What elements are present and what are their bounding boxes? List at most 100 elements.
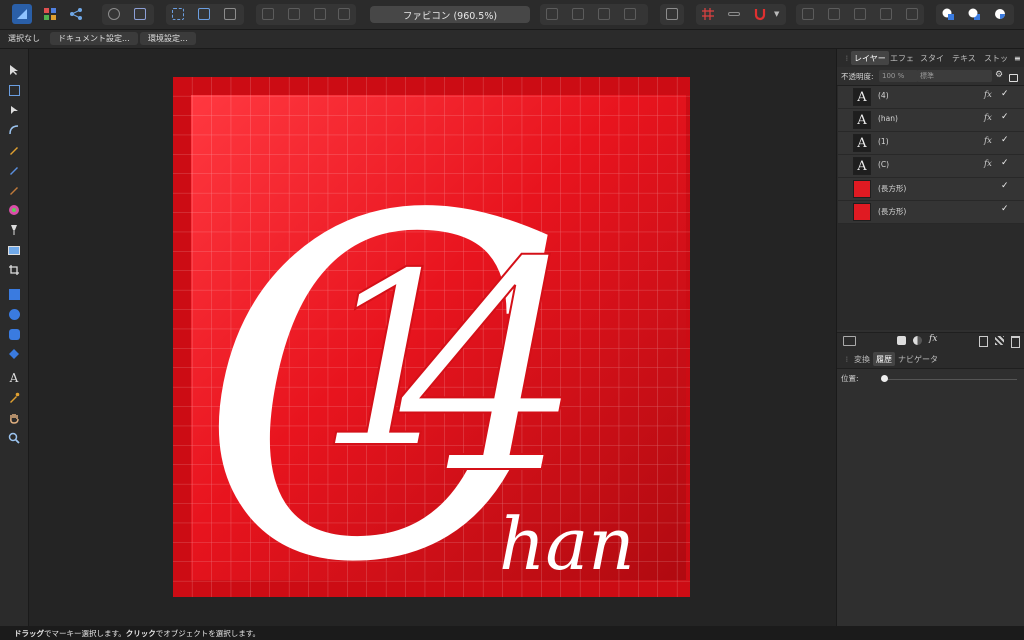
boolean-intersect-icon[interactable] [850, 4, 870, 24]
layer-row[interactable]: A (han) fx ✓ [838, 109, 1024, 132]
triangle-tool-icon[interactable] [5, 345, 23, 363]
insert-target-icon[interactable] [194, 4, 214, 24]
word-han: han [499, 502, 635, 586]
color-picker-tool-icon[interactable] [5, 389, 23, 407]
snap-arrows-icon[interactable] [724, 4, 744, 24]
layers-stack-icon[interactable] [843, 336, 856, 346]
canvas[interactable]: C 1 4 han [29, 49, 835, 626]
visibility-checkbox[interactable]: ✓ [1001, 204, 1009, 214]
layer-row[interactable]: A (4) fx ✓ [838, 86, 1024, 109]
insert-inside-icon[interactable] [938, 4, 958, 24]
arrange-back-icon[interactable] [258, 4, 278, 24]
document-setup-button[interactable]: ドキュメント設定... [50, 32, 138, 45]
vector-brush-tool-icon[interactable] [5, 181, 23, 199]
app-logo-icon[interactable] [12, 4, 32, 24]
hand-tool-icon[interactable] [5, 409, 23, 427]
insert-top-icon[interactable] [990, 4, 1010, 24]
tab-layers[interactable]: レイヤー [851, 51, 889, 65]
transparency-tool-icon[interactable] [5, 221, 23, 239]
corner-tool-icon[interactable] [5, 121, 23, 139]
text-layer-thumbnail: A [853, 157, 871, 175]
position-label: 位置: [841, 374, 859, 383]
layer-name: (長方形) [878, 207, 907, 216]
panel-menu-icon[interactable]: ≡ [1011, 51, 1024, 65]
rectangle-layer-thumbnail [853, 180, 871, 198]
arrange-backward-icon[interactable] [284, 4, 304, 24]
visibility-checkbox[interactable]: ✓ [1001, 158, 1009, 168]
artboard-tool-icon[interactable] [5, 81, 23, 99]
visibility-checkbox[interactable]: ✓ [1001, 181, 1009, 191]
status-drag-text: でマーキー選択します。 [44, 629, 126, 638]
place-image-tool-icon[interactable] [5, 241, 23, 259]
panel-tab-bar: ⋮ レイヤー エフェ スタイ テキス ストッ ≡ [837, 49, 1024, 68]
fx-icon[interactable]: fx [984, 159, 992, 169]
share-icon[interactable] [66, 4, 86, 24]
assistant-icon[interactable] [130, 4, 150, 24]
fx-effects-icon[interactable]: fx [929, 334, 937, 344]
fx-icon[interactable]: fx [984, 90, 992, 100]
rounded-rectangle-tool-icon[interactable] [5, 325, 23, 343]
boolean-subtract-icon[interactable] [824, 4, 844, 24]
arrange-front-icon[interactable] [334, 4, 354, 24]
delete-trash-icon[interactable] [1011, 336, 1020, 348]
settings-gear-icon[interactable]: ⚙ [995, 70, 1003, 80]
history-slider-knob[interactable] [881, 375, 888, 382]
insert-behind-icon[interactable] [964, 4, 984, 24]
group-icon[interactable] [995, 336, 1004, 345]
transform-icon[interactable] [220, 4, 240, 24]
opacity-field[interactable]: 100 % [879, 70, 918, 82]
lock-icon[interactable] [1009, 74, 1018, 82]
visibility-checkbox[interactable]: ✓ [1001, 135, 1009, 145]
layer-row[interactable]: (長方形) ✓ [838, 201, 1024, 224]
adjustment-icon[interactable] [913, 336, 922, 345]
add-layer-icon[interactable] [979, 336, 988, 347]
status-hint: ドラッグでマーキー選択します。クリックでオブジェクトを選択します。 [14, 628, 260, 639]
boolean-add-icon[interactable] [798, 4, 818, 24]
history-slider-track[interactable] [881, 379, 1017, 380]
node-tool-icon[interactable] [5, 101, 23, 119]
tab-navigator[interactable]: ナビゲータ [895, 352, 941, 366]
visibility-checkbox[interactable]: ✓ [1001, 89, 1009, 99]
tab-stock[interactable]: ストッ [981, 51, 1011, 65]
grid-icon[interactable] [698, 4, 718, 24]
visibility-checkbox[interactable]: ✓ [1001, 112, 1009, 122]
tab-transform[interactable]: 変換 [851, 352, 873, 366]
blend-mode-select[interactable]: 標準 [917, 70, 992, 82]
zoom-tool-icon[interactable] [5, 429, 23, 447]
snap-grid-icon[interactable] [168, 4, 188, 24]
status-bar: ドラッグでマーキー選択します。クリックでオブジェクトを選択します。 [0, 626, 1024, 640]
crop-tool-icon[interactable] [5, 261, 23, 279]
hide-personas-icon[interactable] [104, 4, 124, 24]
mask-icon[interactable] [897, 336, 906, 345]
boolean-xor-icon[interactable] [876, 4, 896, 24]
arrange-forward-icon[interactable] [310, 4, 330, 24]
flip-vertical-icon[interactable] [620, 4, 640, 24]
align-left-icon[interactable] [542, 4, 562, 24]
snapping-dropdown-icon[interactable]: ▼ [774, 10, 779, 18]
fx-icon[interactable]: fx [984, 136, 992, 146]
snapping-magnet-icon[interactable] [750, 4, 770, 24]
artwork[interactable]: C 1 4 han [29, 49, 835, 626]
document-title[interactable]: ファビコン (960.5%) [370, 6, 530, 23]
pencil-tool-icon[interactable] [5, 161, 23, 179]
pen-tool-icon[interactable] [5, 141, 23, 159]
align-distribute-icon[interactable] [662, 4, 682, 24]
align-center-icon[interactable] [568, 4, 588, 24]
move-tool-icon[interactable] [5, 61, 23, 79]
layer-row[interactable]: (長方形) ✓ [838, 178, 1024, 201]
fx-icon[interactable]: fx [984, 113, 992, 123]
layer-row[interactable]: A (C) fx ✓ [838, 155, 1024, 178]
ellipse-tool-icon[interactable] [5, 305, 23, 323]
tab-history[interactable]: 履歴 [873, 352, 895, 366]
boolean-divide-icon[interactable] [902, 4, 922, 24]
fill-tool-icon[interactable] [5, 201, 23, 219]
rectangle-tool-icon[interactable] [5, 285, 23, 303]
tab-effects[interactable]: エフェ [887, 51, 917, 65]
layer-row[interactable]: A (1) fx ✓ [838, 132, 1024, 155]
tab-styles[interactable]: スタイ [917, 51, 947, 65]
artistic-text-tool-icon[interactable]: A [5, 369, 23, 387]
flip-horizontal-icon[interactable] [594, 4, 614, 24]
preferences-button[interactable]: 環境設定... [140, 32, 196, 45]
pixel-persona-icon[interactable] [40, 4, 60, 24]
tab-text-styles[interactable]: テキス [949, 51, 979, 65]
